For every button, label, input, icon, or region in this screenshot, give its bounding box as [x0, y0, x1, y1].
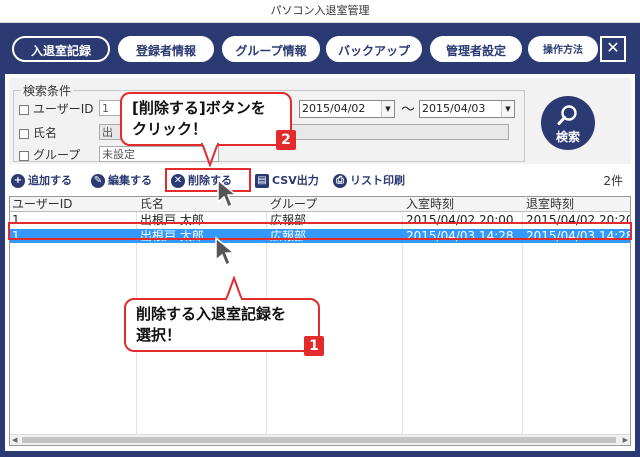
mouse-cursor-icon [215, 236, 236, 267]
nav-admin-settings-button[interactable]: 管理者設定 [430, 36, 522, 62]
top-nav: 入退室記録 登録者情報 グループ情報 バックアップ 管理者設定 操作方法 ✕ [8, 26, 632, 72]
callout-select-record-line1: 削除する入退室記録を [136, 305, 287, 323]
callout-click-delete-line2: クリック！ [132, 120, 208, 138]
horizontal-scrollbar[interactable]: ◀ ▶ [10, 434, 630, 445]
document-icon: ▤ [255, 174, 269, 188]
scroll-right-icon[interactable]: ▶ [623, 435, 628, 445]
printer-icon: ⎙ [333, 174, 347, 188]
date-from-select[interactable]: 2015/04/02 ▼ [299, 100, 395, 118]
edit-button[interactable]: ✎ 編集する [91, 172, 152, 190]
csv-export-label: CSV出力 [272, 174, 319, 187]
search-legend: 検索条件 [21, 82, 74, 99]
chevron-down-icon[interactable]: ▼ [501, 101, 514, 117]
add-button[interactable]: + 追加する [11, 172, 72, 190]
search-panel: 検索条件 ユーザーID 1 氏名 出 グループ 未設定 2015/04/02 ▼… [9, 78, 631, 164]
column-header-group[interactable]: グループ [270, 197, 317, 211]
chevron-down-icon[interactable]: ▼ [381, 101, 394, 117]
column-header-exit-time[interactable]: 退室時刻 [526, 197, 574, 211]
delete-button-highlight [165, 168, 251, 192]
callout-tail [200, 143, 220, 167]
user-id-checkbox[interactable] [19, 104, 29, 115]
callout-tail [224, 276, 244, 300]
name-checkbox[interactable] [19, 128, 29, 139]
table-header: ユーザーID 氏名 グループ 入室時刻 退室時刻 [10, 197, 630, 212]
plus-icon: + [11, 174, 25, 188]
close-icon[interactable]: ✕ [600, 36, 626, 62]
nav-backup-button[interactable]: バックアップ [326, 36, 422, 62]
group-label: グループ [33, 148, 81, 162]
title-bar: パソコン入退室管理 [0, 0, 640, 23]
date-range-tilde: ～ [401, 102, 415, 118]
search-icon [557, 105, 577, 125]
name-criterion: 氏名 [19, 124, 57, 141]
edit-button-label: 編集する [108, 174, 152, 187]
column-header-name[interactable]: 氏名 [140, 197, 164, 211]
main-content: 検索条件 ユーザーID 1 氏名 出 グループ 未設定 2015/04/02 ▼… [5, 74, 635, 451]
scrollbar-thumb[interactable] [22, 437, 616, 443]
column-header-entry-time[interactable]: 入室時刻 [406, 197, 454, 211]
step-badge-1: 1 [304, 336, 324, 356]
nav-howto-button[interactable]: 操作方法 [528, 36, 598, 62]
window-title: パソコン入退室管理 [270, 4, 370, 17]
selected-row-highlight [8, 222, 632, 240]
callout-click-delete: [削除する]ボタンを クリック！ 2 [120, 92, 296, 150]
group-checkbox[interactable] [19, 150, 29, 161]
callout-click-delete-line1: [削除する]ボタンを [132, 99, 266, 117]
nav-group-info-button[interactable]: グループ情報 [222, 36, 320, 62]
group-criterion: グループ [19, 146, 80, 163]
pencil-icon: ✎ [91, 174, 105, 188]
date-to-select[interactable]: 2015/04/03 ▼ [419, 100, 515, 118]
column-header-user-id[interactable]: ユーザーID [12, 197, 73, 211]
user-id-label: ユーザーID [33, 102, 94, 116]
csv-export-button[interactable]: ▤ CSV出力 [255, 172, 319, 190]
scroll-left-icon[interactable]: ◀ [12, 435, 17, 445]
search-button[interactable]: 検索 [541, 96, 595, 150]
callout-select-record: 削除する入退室記録を 選択！ 1 [124, 298, 324, 356]
record-toolbar: + 追加する ✎ 編集する ✕ 削除する ▤ CSV出力 ⎙ リスト印刷 2件 [11, 170, 631, 192]
print-list-button[interactable]: ⎙ リスト印刷 [333, 172, 405, 190]
nav-registrant-info-button[interactable]: 登録者情報 [118, 36, 214, 62]
callout-select-record-line2: 選択！ [136, 326, 182, 344]
add-button-label: 追加する [28, 174, 72, 187]
date-from-value: 2015/04/02 [302, 102, 366, 115]
record-count: 2件 [603, 174, 623, 188]
nav-entry-records-button[interactable]: 入退室記録 [12, 36, 110, 62]
user-id-criterion: ユーザーID [19, 100, 94, 117]
print-list-label: リスト印刷 [350, 174, 405, 187]
mouse-cursor-icon [217, 178, 238, 209]
date-to-value: 2015/04/03 [422, 102, 486, 115]
name-label: 氏名 [33, 126, 58, 140]
search-button-label: 検索 [555, 130, 580, 144]
app-window: パソコン入退室管理 入退室記録 登録者情報 グループ情報 バックアップ 管理者設… [0, 0, 640, 457]
step-badge-2: 2 [276, 130, 296, 150]
